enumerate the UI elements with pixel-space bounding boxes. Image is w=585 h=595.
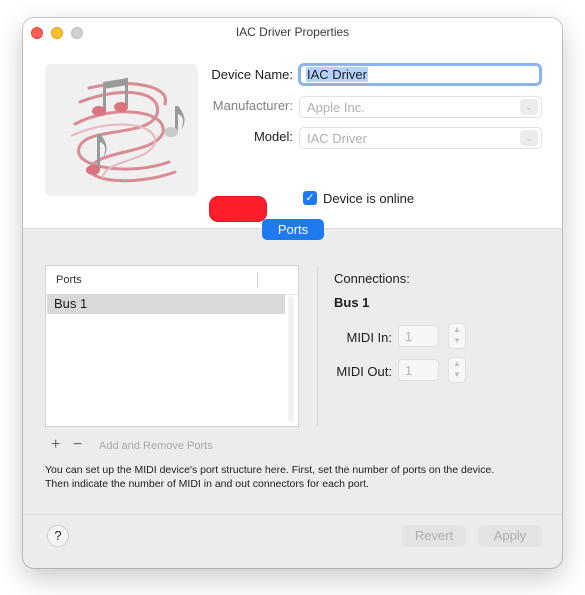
manufacturer-combo[interactable]: Apple Inc. ⌄ (299, 96, 542, 118)
scrollbar[interactable] (288, 296, 294, 422)
midi-out-label: MIDI Out: (336, 364, 392, 379)
help-button[interactable]: ? (47, 525, 69, 547)
footer-divider (23, 514, 562, 515)
properties-window: IAC Driver Properties Device Name: IAC D… (23, 18, 562, 568)
model-combo[interactable]: IAC Driver ⌄ (299, 127, 542, 149)
midi-out-field[interactable]: 1 (398, 359, 439, 381)
device-online-checkbox[interactable]: ✓ (303, 191, 317, 205)
ports-table[interactable]: Ports Bus 1 (45, 265, 299, 427)
ports-table-header: Ports (46, 266, 298, 295)
table-row[interactable]: Bus 1 (47, 294, 285, 314)
chevron-down-icon[interactable]: ⌄ (520, 99, 538, 115)
midi-in-stepper[interactable]: ▲ ▼ (448, 323, 466, 349)
device-online-label[interactable]: Device is online (323, 191, 414, 206)
window-title: IAC Driver Properties (235, 25, 350, 39)
chevron-down-icon[interactable]: ⌄ (520, 130, 538, 146)
add-remove-ports-label: Add and Remove Ports (99, 440, 213, 452)
add-port-button[interactable]: + (51, 436, 60, 454)
revert-button[interactable]: Revert (402, 525, 466, 547)
help-text-line-1: You can set up the MIDI device's port st… (45, 464, 495, 476)
tab-ports[interactable]: Ports (262, 219, 324, 240)
manufacturer-value: Apple Inc. (307, 100, 365, 115)
device-color-button[interactable] (209, 196, 267, 222)
column-separator (257, 272, 258, 288)
help-text-line-2: Then indicate the number of MIDI in and … (45, 478, 369, 490)
help-description: You can set up the MIDI device's port st… (45, 463, 545, 491)
connections-title: Connections: (334, 271, 410, 286)
midi-out-stepper[interactable]: ▲ ▼ (448, 357, 466, 383)
remove-port-button[interactable]: − (73, 436, 82, 454)
manufacturer-label: Manufacturer: (212, 98, 293, 113)
vertical-divider (317, 266, 318, 426)
device-name-label: Device Name: (211, 67, 293, 82)
model-value: IAC Driver (307, 131, 367, 146)
model-label: Model: (253, 129, 293, 144)
midi-in-field[interactable]: 1 (398, 325, 439, 347)
midi-in-label: MIDI In: (346, 330, 392, 345)
title-bar: IAC Driver Properties (23, 18, 562, 46)
device-name-value: IAC Driver (306, 67, 368, 82)
device-info-pane: Device Name: IAC Driver Manufacturer: Ap… (23, 46, 562, 228)
device-name-field[interactable]: IAC Driver (298, 63, 542, 86)
selected-port-name: Bus 1 (334, 295, 370, 310)
port-label: Bus 1 (54, 296, 88, 311)
apply-button[interactable]: Apply (478, 525, 542, 547)
ports-column-header[interactable]: Ports (56, 274, 82, 286)
